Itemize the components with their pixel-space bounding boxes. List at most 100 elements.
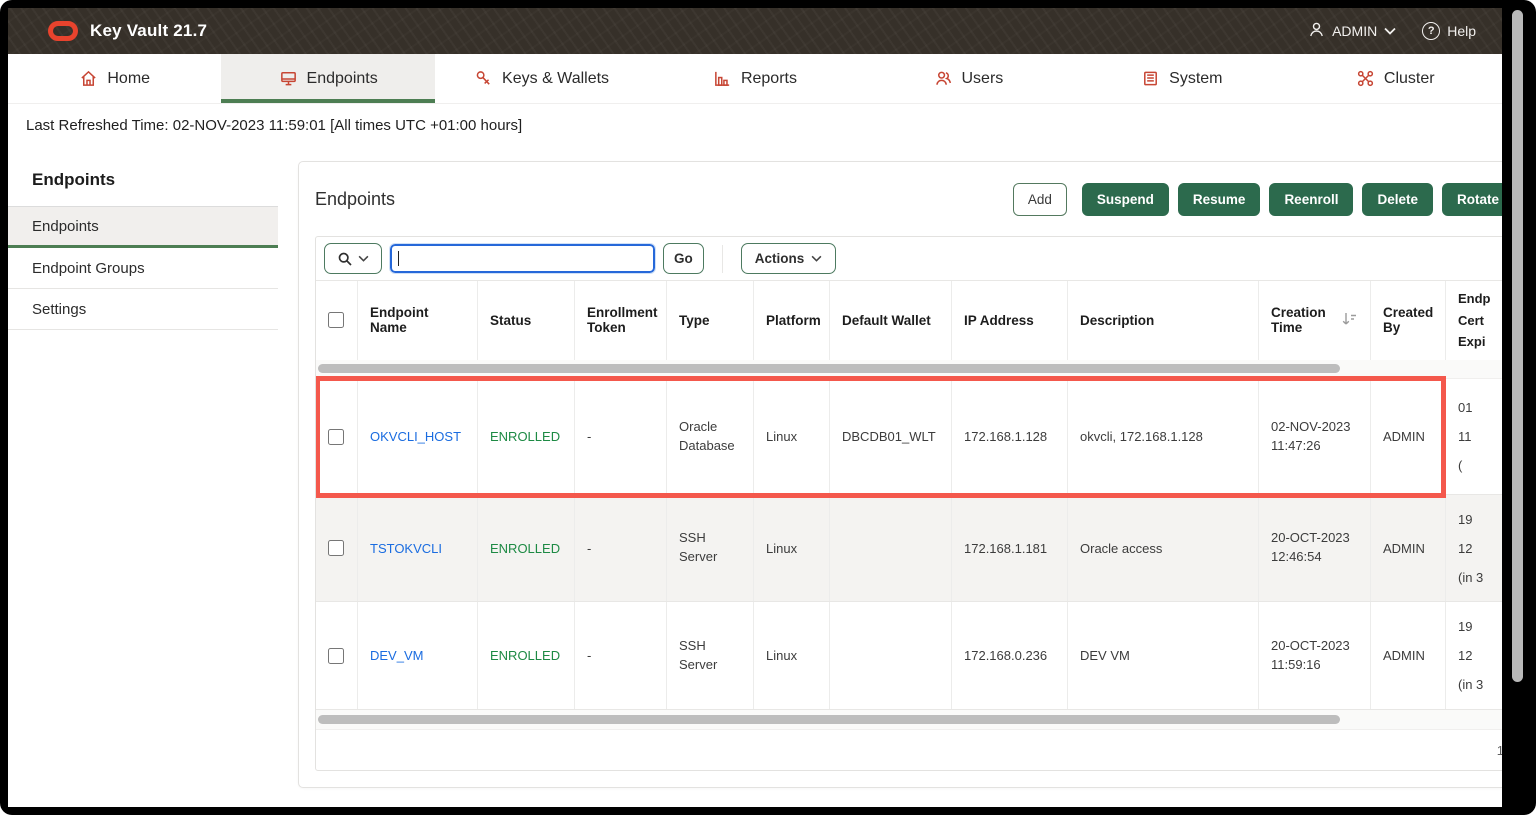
- table-horizontal-scrollbar-bottom[interactable]: [316, 710, 1502, 730]
- col-type[interactable]: Type: [667, 281, 754, 360]
- help-menu[interactable]: ? Help: [1422, 22, 1476, 40]
- col-platform[interactable]: Platform: [754, 281, 830, 360]
- table-region: Go Actions Endpoint Name Status Enrollme…: [315, 236, 1502, 771]
- tab-keys-wallets[interactable]: Keys & Wallets: [435, 54, 648, 103]
- help-icon: ?: [1422, 22, 1441, 40]
- home-icon: [79, 69, 98, 88]
- creation-time-value: 20-OCT-2023 11:59:16: [1259, 602, 1371, 709]
- row-checkbox[interactable]: [328, 428, 344, 445]
- tab-label: Home: [107, 69, 151, 87]
- row-select-cell: [316, 495, 358, 601]
- row-checkbox[interactable]: [328, 540, 344, 556]
- sort-descending-icon[interactable]: [1340, 311, 1358, 330]
- rotate-button[interactable]: Rotate: [1441, 182, 1502, 216]
- sidebar-item-endpoints[interactable]: Endpoints: [8, 207, 278, 248]
- tab-label: System: [1169, 69, 1223, 87]
- col-status[interactable]: Status: [478, 281, 575, 360]
- scrollbar-thumb[interactable]: [318, 364, 1340, 373]
- clipped-cell-line: 11: [1458, 429, 1472, 444]
- tab-label: Keys & Wallets: [502, 69, 610, 87]
- search-input[interactable]: [389, 243, 656, 274]
- row-select-cell: [316, 602, 358, 709]
- resume-button[interactable]: Resume: [1177, 182, 1261, 216]
- endpoints-panel: Endpoints Add Suspend Resume Reenroll De…: [298, 161, 1502, 788]
- status-value: ENROLLED: [490, 648, 561, 663]
- clipped-header-line: Endp: [1458, 291, 1491, 306]
- tab-label: Reports: [740, 69, 797, 87]
- endpoint-name-link[interactable]: OKVCLI_HOST: [370, 429, 461, 444]
- pagination: 1 - 3 of 3: [316, 730, 1502, 770]
- delete-button[interactable]: Delete: [1362, 182, 1433, 216]
- col-endpoint-name[interactable]: Endpoint Name: [358, 281, 478, 360]
- tab-reports[interactable]: Reports: [648, 54, 861, 103]
- main-region: Endpoints Add Suspend Resume Reenroll De…: [290, 146, 1502, 807]
- endpoint-name-link[interactable]: TSTOKVCLI: [370, 541, 442, 556]
- search-column-dropdown[interactable]: [324, 243, 382, 274]
- go-button[interactable]: Go: [663, 243, 704, 274]
- actions-label: Actions: [754, 251, 805, 266]
- app-title: Key Vault 21.7: [90, 21, 208, 40]
- tab-cluster[interactable]: Cluster: [1289, 54, 1502, 103]
- user-label: ADMIN: [1332, 23, 1378, 39]
- clipped-cell-line: (in 3: [1458, 677, 1484, 692]
- suspend-button[interactable]: Suspend: [1081, 182, 1169, 216]
- description-value: okvcli, 172.168.1.128: [1068, 379, 1259, 494]
- user-icon: [1308, 21, 1325, 41]
- tab-system[interactable]: System: [1075, 54, 1288, 103]
- tab-endpoints[interactable]: Endpoints: [221, 54, 436, 103]
- row-checkbox[interactable]: [328, 647, 344, 664]
- cert-expiration-clipped-value: 01 11 (: [1446, 379, 1502, 494]
- tab-label: Users: [961, 69, 1004, 87]
- user-menu[interactable]: ADMIN: [1308, 21, 1396, 41]
- help-label: Help: [1447, 23, 1476, 39]
- sidebar-item-settings[interactable]: Settings: [8, 289, 278, 330]
- status-value: ENROLLED: [490, 429, 561, 444]
- actions-dropdown[interactable]: Actions: [740, 243, 837, 274]
- search-input-wrap: [389, 243, 656, 274]
- col-cert-expiration-clipped[interactable]: Endp Cert Expi: [1446, 281, 1502, 360]
- page-vertical-scrollbar[interactable]: [1512, 10, 1523, 682]
- clipped-cell-line: 19: [1458, 511, 1473, 527]
- col-ip-address[interactable]: IP Address: [952, 281, 1068, 360]
- enrollment-token-value: -: [575, 379, 667, 494]
- text-cursor: [398, 251, 399, 266]
- enrollment-token-value: -: [575, 495, 667, 601]
- brand: Key Vault 21.7: [48, 21, 207, 41]
- platform-value: Linux: [754, 495, 830, 601]
- cluster-icon: [1356, 69, 1375, 88]
- endpoint-name-link[interactable]: DEV_VM: [370, 648, 423, 663]
- table-row: TSTOKVCLI ENROLLED - SSH Server Linux 17…: [316, 495, 1502, 602]
- sidebar-item-endpoint-groups[interactable]: Endpoint Groups: [8, 248, 278, 289]
- clipped-header-line: Expi: [1458, 334, 1486, 349]
- system-icon: [1141, 69, 1160, 88]
- scrollbar-thumb[interactable]: [318, 715, 1340, 724]
- col-enrollment-token[interactable]: Enrollment Token: [575, 281, 667, 360]
- col-default-wallet[interactable]: Default Wallet: [830, 281, 952, 360]
- add-button[interactable]: Add: [1012, 182, 1067, 216]
- tab-users[interactable]: Users: [862, 54, 1075, 103]
- enrollment-token-value: -: [575, 602, 667, 709]
- tab-home[interactable]: Home: [8, 54, 221, 103]
- tab-label: Cluster: [1383, 69, 1435, 87]
- app-window: Key Vault 21.7 ADMIN ? Help Home Endpoin…: [8, 8, 1502, 807]
- col-creation-time[interactable]: Creation Time: [1259, 281, 1371, 360]
- col-description[interactable]: Description: [1068, 281, 1259, 360]
- table-horizontal-scrollbar-top[interactable]: [316, 359, 1502, 379]
- key-icon: [474, 69, 493, 88]
- clipped-cell-line: 12: [1458, 540, 1473, 556]
- select-all-checkbox[interactable]: [328, 312, 344, 329]
- ip-address-value: 172.168.1.181: [952, 495, 1068, 601]
- creation-time-value: 20-OCT-2023 12:46:54: [1259, 495, 1371, 601]
- toolbar-divider: [721, 244, 723, 273]
- tab-label: Endpoints: [306, 69, 378, 87]
- topbar-right: ADMIN ? Help: [1308, 21, 1476, 41]
- reenroll-button[interactable]: Reenroll: [1269, 182, 1354, 216]
- col-created-by[interactable]: Created By: [1371, 281, 1446, 360]
- endpoints-monitor-icon: [279, 69, 298, 88]
- default-wallet-value: [830, 602, 952, 709]
- top-bar: Key Vault 21.7 ADMIN ? Help: [8, 8, 1502, 54]
- table-row: OKVCLI_HOST ENROLLED - Oracle Database L…: [316, 376, 1502, 498]
- users-icon: [934, 69, 953, 88]
- primary-nav: Home Endpoints Keys & Wallets Reports Us…: [8, 54, 1502, 104]
- row-select-cell: [316, 379, 358, 494]
